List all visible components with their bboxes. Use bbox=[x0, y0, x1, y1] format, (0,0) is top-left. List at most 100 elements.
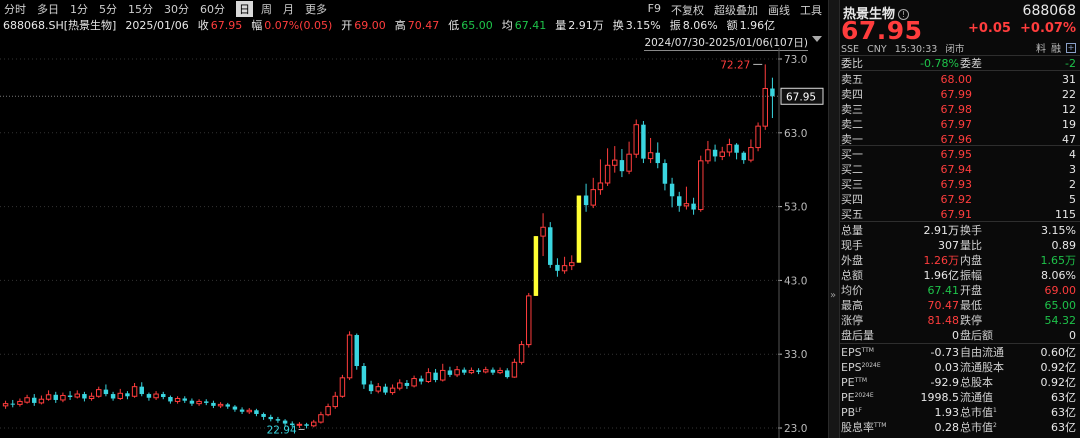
candle-body bbox=[254, 410, 259, 414]
tab-period[interactable]: 15分 bbox=[128, 1, 153, 17]
stat-label: 跌停 bbox=[960, 314, 982, 327]
bid-row[interactable]: 买一 67.95 4 bbox=[840, 147, 1080, 162]
toolbar-button[interactable]: 画线 bbox=[768, 2, 790, 18]
bid-volume: 2 bbox=[1069, 177, 1076, 191]
candle-body bbox=[490, 369, 496, 373]
candle-body bbox=[125, 393, 130, 397]
candle-body bbox=[246, 409, 252, 413]
toolbar-button[interactable]: 工具 bbox=[800, 2, 822, 18]
fundamental-label-sup: 2024E bbox=[854, 391, 874, 399]
bid-price: 67.91 bbox=[940, 207, 973, 221]
stat-label: 最低 bbox=[960, 299, 982, 312]
header-icons: 料 融 + bbox=[1031, 40, 1076, 55]
tab-period[interactable]: 分时 bbox=[4, 1, 26, 17]
tab-period[interactable]: 更多 bbox=[305, 1, 327, 17]
panel-collapse-toggle[interactable]: » bbox=[828, 0, 840, 438]
tab-period[interactable]: 60分 bbox=[200, 1, 225, 17]
fundamental-value: 63亿 bbox=[1051, 391, 1076, 404]
candlestick-chart[interactable]: 73.0 63.0 53.0 43.0 33.0 23.0 67.95 72.27 22.94 bbox=[0, 48, 828, 438]
candle-body bbox=[10, 403, 15, 405]
dropdown-arrow-icon[interactable] bbox=[812, 36, 822, 42]
fundamental-label-text: PB bbox=[841, 405, 856, 419]
ask-row[interactable]: 卖二 67.97 19 bbox=[840, 117, 1080, 132]
stat-label: 总额 bbox=[841, 269, 863, 282]
fundamental-value: 63亿 bbox=[1051, 406, 1076, 419]
candle-body bbox=[669, 183, 675, 197]
toolbar-button[interactable]: F9 bbox=[648, 2, 661, 18]
candle-body bbox=[691, 203, 696, 210]
candle-body bbox=[698, 160, 704, 211]
ask-row[interactable]: 卖一 67.96 47 bbox=[840, 132, 1080, 147]
candle-body bbox=[548, 227, 553, 265]
info-low: 65.00 bbox=[461, 18, 493, 32]
change-value: +0.05 bbox=[967, 21, 1011, 36]
candle-body bbox=[117, 392, 123, 399]
material-icon[interactable]: 料 bbox=[1036, 40, 1046, 55]
ask-price: 67.96 bbox=[940, 132, 973, 146]
candle-body bbox=[53, 394, 58, 400]
fundamental-label: EPSTTM bbox=[841, 346, 874, 359]
candle-body bbox=[296, 423, 303, 426]
candle-body bbox=[741, 152, 746, 161]
fundamental-row: PETTM -92.9 总股本 0.92亿 bbox=[840, 375, 1080, 390]
weicha-value: -2 bbox=[1065, 56, 1076, 70]
stats-row: 现手 307 量比 0.89 bbox=[840, 238, 1080, 253]
margin-icon[interactable]: 融 bbox=[1051, 40, 1061, 55]
candle-body bbox=[139, 386, 144, 395]
stat-value: 307 bbox=[938, 238, 959, 252]
stat-label: 内盘 bbox=[960, 254, 982, 267]
tab-period[interactable]: 多日 bbox=[37, 1, 59, 17]
candle-body bbox=[518, 344, 525, 363]
stat-label: 开盘 bbox=[960, 284, 982, 297]
stat-label: 总量 bbox=[841, 224, 863, 237]
candle-body bbox=[755, 125, 761, 149]
candle-body bbox=[24, 397, 30, 403]
bid-volume: 4 bbox=[1069, 147, 1076, 161]
ask-row[interactable]: 卖五 68.00 31 bbox=[840, 72, 1080, 87]
bid-price: 67.92 bbox=[940, 192, 973, 206]
candle-body bbox=[361, 366, 367, 385]
candle-body bbox=[641, 124, 646, 159]
bid-row[interactable]: 买二 67.94 3 bbox=[840, 162, 1080, 177]
candle-body bbox=[734, 144, 739, 153]
candle-body bbox=[612, 159, 618, 166]
stat-value: 70.47 bbox=[927, 298, 960, 312]
stat-value: 2.91万 bbox=[923, 224, 960, 237]
toolbar-button[interactable]: 超级叠加 bbox=[714, 2, 758, 18]
candle-body bbox=[719, 151, 725, 157]
stat-value: 81.48 bbox=[927, 313, 960, 327]
bid-row[interactable]: 买五 67.91 115 bbox=[840, 207, 1080, 222]
divider bbox=[840, 145, 1080, 146]
stat-value: 65.00 bbox=[1044, 298, 1077, 312]
tab-period[interactable]: 1分 bbox=[70, 1, 88, 17]
double-chevron-right-icon[interactable]: » bbox=[830, 290, 836, 301]
info-symbol: 688068.SH[热景生物] bbox=[3, 19, 117, 32]
price-change: +0.05 +0.07% bbox=[968, 21, 1076, 36]
candle-body bbox=[712, 149, 718, 157]
candle-body bbox=[677, 196, 682, 206]
candle-body bbox=[110, 394, 116, 399]
fundamental-label-text: 流通值 bbox=[960, 391, 993, 404]
weicha-label: 委差 bbox=[960, 57, 982, 70]
fundamental-label: 自由流通 bbox=[960, 344, 1004, 360]
candle-body bbox=[468, 369, 475, 374]
tab-period[interactable]: 月 bbox=[283, 1, 294, 17]
info-high-label: 高 bbox=[394, 19, 406, 32]
tab-period[interactable]: 日 bbox=[236, 0, 253, 17]
stats-row: 最高 70.47 最低 65.00 bbox=[840, 298, 1080, 313]
ask-row[interactable]: 卖三 67.98 12 bbox=[840, 102, 1080, 117]
bid-row[interactable]: 买四 67.92 5 bbox=[840, 192, 1080, 207]
candle-body bbox=[526, 295, 532, 346]
tab-period[interactable]: 30分 bbox=[164, 1, 189, 17]
fundamental-label-text: 自由流通 bbox=[960, 346, 1004, 359]
tab-period[interactable]: 周 bbox=[261, 1, 272, 17]
quote-panel: 热景生物! 688068 67.95 +0.05 +0.07% SSE CNY … bbox=[840, 0, 1080, 438]
toolbar-button[interactable]: 不复权 bbox=[671, 2, 704, 18]
add-watchlist-icon[interactable]: + bbox=[1066, 42, 1076, 53]
order-ratio-row: 委比 -0.78% 委差 -2 bbox=[840, 56, 1080, 71]
bid-row[interactable]: 买三 67.93 2 bbox=[840, 177, 1080, 192]
tab-period[interactable]: 5分 bbox=[99, 1, 117, 17]
ask-row[interactable]: 卖四 67.99 22 bbox=[840, 87, 1080, 102]
weibi-value: -0.78% bbox=[920, 56, 959, 70]
stat-label: 换手 bbox=[960, 224, 982, 237]
